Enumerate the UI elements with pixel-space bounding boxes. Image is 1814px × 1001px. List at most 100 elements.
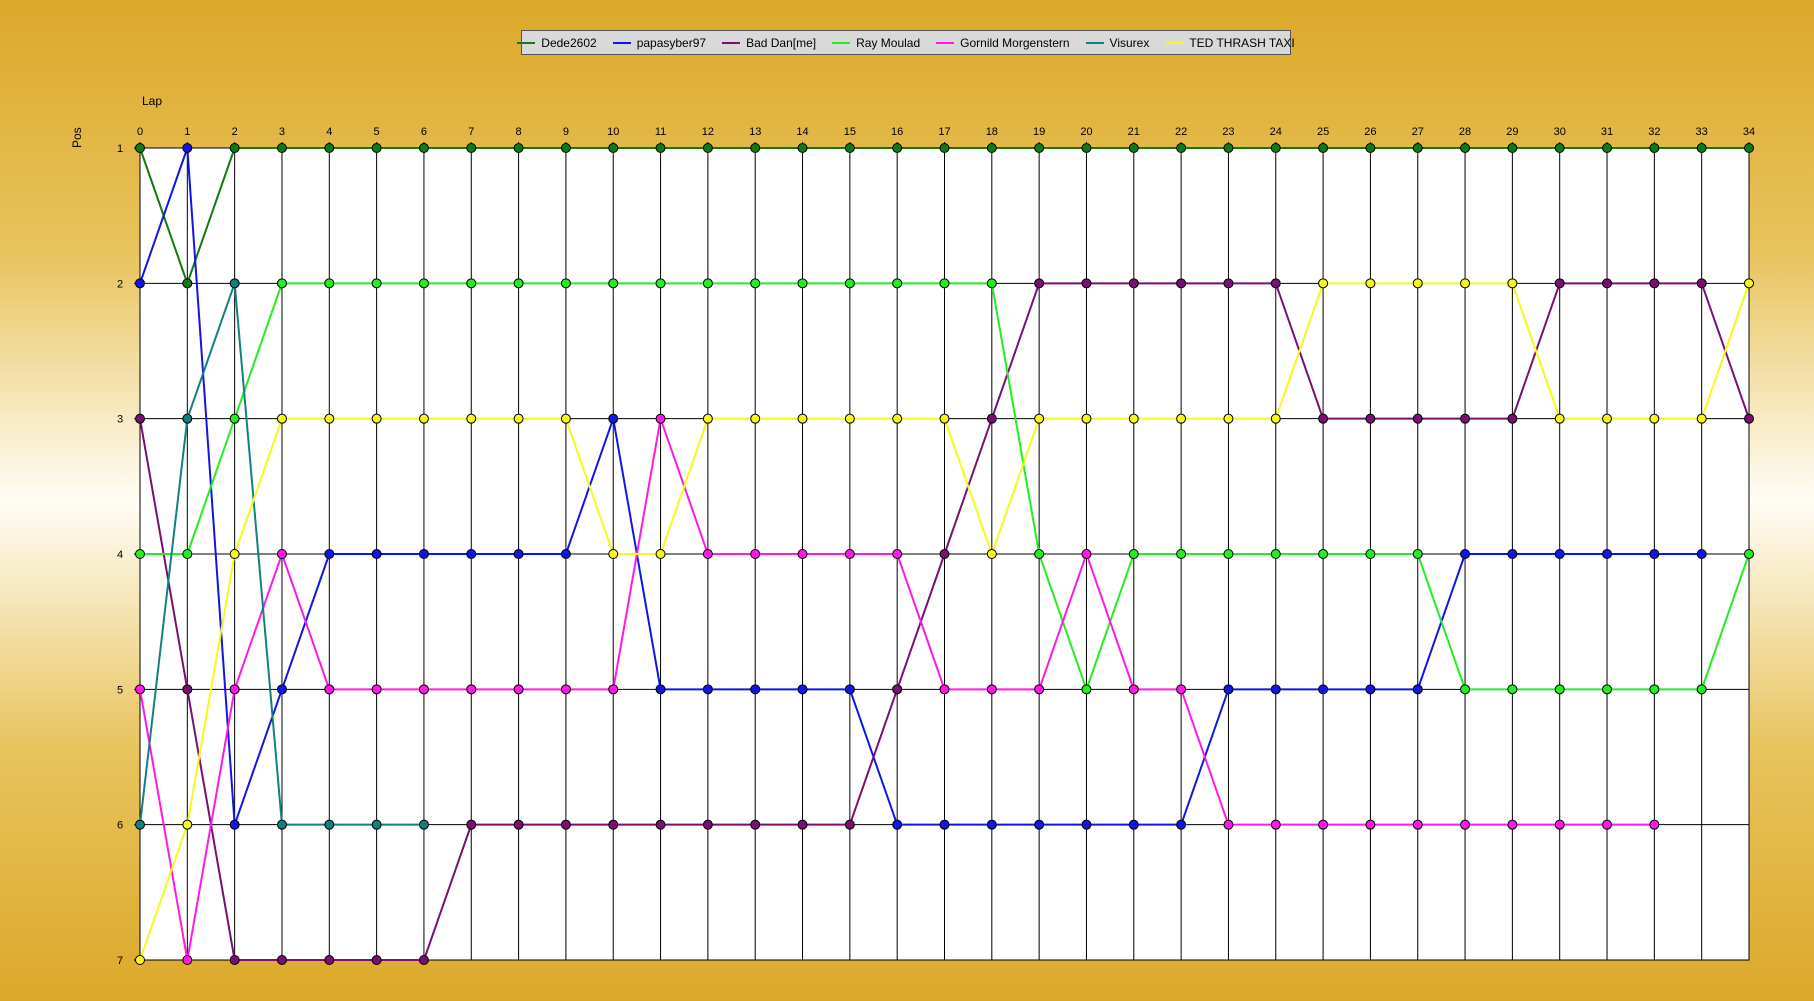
data-point <box>1460 684 1471 695</box>
data-point <box>418 413 429 424</box>
data-point <box>513 278 524 289</box>
data-point <box>797 413 808 424</box>
data-point <box>1034 278 1045 289</box>
data-point <box>229 955 240 965</box>
data-point <box>135 549 145 559</box>
data-point <box>229 143 240 153</box>
x-tick-label: 11 <box>655 126 666 138</box>
data-point <box>418 549 429 559</box>
y-tick-label: 1 <box>117 143 123 155</box>
data-point <box>608 819 619 830</box>
x-tick-label: 0 <box>137 126 143 138</box>
data-point <box>1507 278 1518 289</box>
data-point <box>655 413 666 424</box>
data-point <box>560 819 571 830</box>
data-point <box>1176 684 1187 695</box>
data-point <box>182 819 193 830</box>
data-point <box>702 413 713 424</box>
x-tick-label: 12 <box>702 126 714 138</box>
data-point <box>655 143 666 153</box>
data-point <box>1412 819 1423 830</box>
data-point <box>1128 549 1139 559</box>
data-point <box>608 684 619 695</box>
data-point <box>371 143 382 153</box>
data-point <box>182 684 193 695</box>
data-point <box>797 278 808 289</box>
data-point <box>1128 143 1139 153</box>
data-point <box>1744 413 1754 424</box>
data-point <box>1081 278 1092 289</box>
data-point <box>1176 143 1187 153</box>
data-point <box>371 684 382 695</box>
data-point <box>1602 413 1613 424</box>
data-point <box>1365 549 1376 559</box>
data-point <box>750 684 761 695</box>
data-point <box>1365 413 1376 424</box>
x-tick-label: 3 <box>279 126 285 138</box>
data-point <box>1649 684 1660 695</box>
data-point <box>1554 819 1565 830</box>
data-point <box>371 819 382 830</box>
x-tick-label: 23 <box>1222 126 1234 138</box>
data-point <box>1649 413 1660 424</box>
data-point <box>1128 684 1139 695</box>
y-tick-label: 3 <box>117 414 123 426</box>
data-point <box>182 413 193 424</box>
data-point <box>1081 413 1092 424</box>
data-point <box>1365 684 1376 695</box>
data-point <box>1554 549 1565 559</box>
data-point <box>560 413 571 424</box>
data-point <box>182 278 193 289</box>
data-point <box>1744 278 1754 289</box>
x-tick-label: 19 <box>1033 126 1045 138</box>
data-point <box>702 278 713 289</box>
data-point <box>229 819 240 830</box>
data-point <box>892 684 903 695</box>
data-point <box>560 684 571 695</box>
x-tick-label: 4 <box>326 126 332 138</box>
data-point <box>182 549 193 559</box>
data-point <box>1223 278 1234 289</box>
data-point <box>1696 549 1707 559</box>
x-tick-label: 15 <box>844 126 856 138</box>
y-tick-label: 4 <box>117 549 123 561</box>
x-tick-label: 17 <box>938 126 950 138</box>
x-tick-label: 9 <box>563 126 569 138</box>
data-point <box>1081 684 1092 695</box>
data-point <box>135 278 145 289</box>
x-tick-label: 25 <box>1317 126 1329 138</box>
data-point <box>135 819 145 830</box>
data-point <box>466 143 477 153</box>
data-point <box>1507 819 1518 830</box>
data-point <box>1176 278 1187 289</box>
data-point <box>986 684 997 695</box>
data-point <box>1081 549 1092 559</box>
data-point <box>1081 143 1092 153</box>
data-point <box>750 278 761 289</box>
data-point <box>1412 143 1423 153</box>
data-point <box>1554 413 1565 424</box>
data-point <box>1554 278 1565 289</box>
data-point <box>324 819 335 830</box>
data-point <box>1365 278 1376 289</box>
data-point <box>1744 143 1754 153</box>
data-point <box>1223 549 1234 559</box>
data-point <box>1412 684 1423 695</box>
data-point <box>1649 549 1660 559</box>
data-point <box>182 955 193 965</box>
data-point <box>750 549 761 559</box>
data-point <box>1696 143 1707 153</box>
data-point <box>1602 684 1613 695</box>
y-tick-label: 2 <box>117 278 123 290</box>
x-tick-label: 33 <box>1696 126 1708 138</box>
data-point <box>371 955 382 965</box>
x-tick-label: 34 <box>1743 126 1755 138</box>
data-point <box>466 549 477 559</box>
data-point <box>229 278 240 289</box>
data-point <box>1460 549 1471 559</box>
data-point <box>1507 413 1518 424</box>
data-point <box>513 819 524 830</box>
data-point <box>1223 819 1234 830</box>
data-point <box>1034 549 1045 559</box>
x-tick-label: 16 <box>891 126 903 138</box>
